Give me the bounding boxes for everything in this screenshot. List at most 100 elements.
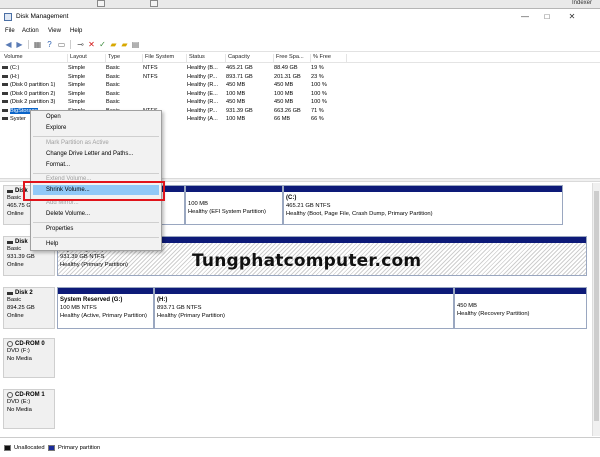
menu-mark-active[interactable]: Mark Partition as Active: [46, 140, 109, 146]
view-icon[interactable]: ▤: [131, 40, 140, 49]
cell-status: Healthy (P...: [187, 107, 218, 114]
properties-icon[interactable]: ▦: [33, 40, 42, 49]
cell-percent-free: 19 %: [311, 65, 324, 71]
partition-status: Healthy (EFI System Partition): [188, 209, 266, 215]
partition-name: System Reserved (G:): [60, 297, 123, 303]
menu-open[interactable]: Open: [46, 114, 61, 120]
menu-format[interactable]: Format...: [46, 162, 70, 168]
close-button[interactable]: ✕: [565, 11, 579, 22]
partition-size: 465.21 GB NTFS: [286, 203, 331, 209]
cell-status: Healthy (B...: [187, 65, 218, 71]
delete-icon[interactable]: ✕: [87, 40, 96, 49]
cell-status: Healthy (A...: [187, 116, 218, 122]
rescan-icon[interactable]: ▰: [120, 40, 129, 49]
minimize-button[interactable]: —: [518, 11, 532, 22]
taskbar-square-icon: [150, 0, 158, 7]
maximize-button[interactable]: □: [540, 11, 554, 22]
cell-free-space: 450 MB: [274, 99, 294, 105]
disk-status: Online: [7, 262, 24, 268]
disk-icon: [7, 291, 13, 295]
table-row[interactable]: (H:) Simple Basic NTFS Healthy (P... 893.71 G…: [0, 73, 600, 82]
scrollbar-thumb[interactable]: [594, 191, 599, 421]
cdrom-1-label[interactable]: CD-ROM 1 DVD (E:) No Media: [3, 389, 55, 429]
menu-action[interactable]: Action: [22, 28, 39, 34]
partition-h[interactable]: (H:) 893.71 GB NTFS Healthy (Primary Par…: [154, 287, 454, 329]
cell-percent-free: 100 %: [311, 99, 327, 105]
cdrom-0-label[interactable]: CD-ROM 0 DVD (F:) No Media: [3, 338, 55, 378]
partition-efi[interactable]: 100 MB Healthy (EFI System Partition): [185, 185, 283, 225]
partition-name: (H:): [157, 297, 168, 303]
connect-icon[interactable]: ⊸: [76, 40, 85, 49]
legend-bar: Unallocated Primary partition: [0, 437, 600, 457]
volume-icon: [2, 91, 8, 95]
column-layout[interactable]: Layout: [68, 54, 106, 63]
menu-file[interactable]: File: [5, 28, 15, 34]
cell-percent-free: 23 %: [311, 73, 324, 80]
cell-capacity: 100 MB: [226, 90, 246, 97]
partition-name: (C:): [286, 195, 297, 201]
column-percent-free[interactable]: % Free: [311, 54, 347, 63]
volume-name: (Disk 0 partition 2): [10, 90, 56, 97]
volume-icon: [2, 117, 8, 121]
cell-free-space: 100 MB: [274, 90, 294, 97]
partition-status: Healthy (Recovery Partition): [457, 311, 530, 317]
menu-help[interactable]: Help: [70, 28, 82, 34]
table-row[interactable]: (Disk 0 partition 1) Simple Basic Healthy (…: [0, 81, 600, 90]
volume-icon: [2, 108, 8, 112]
cell-file-system: NTFS: [143, 73, 158, 80]
volume-name: (C:): [10, 65, 20, 71]
cell-percent-free: 100 %: [311, 82, 327, 88]
media-status: No Media: [7, 356, 32, 362]
disk-2-label[interactable]: Disk 2 Basic 894.25 GB Online: [3, 287, 55, 329]
menu-delete-volume[interactable]: Delete Volume...: [46, 211, 90, 217]
vertical-scrollbar[interactable]: [592, 183, 600, 436]
partition-system-reserved[interactable]: System Reserved (G:) 100 MB NTFS Healthy…: [57, 287, 154, 329]
partition-size: 450 MB: [457, 303, 477, 309]
volume-name: Syster: [10, 116, 26, 122]
menu-help[interactable]: Help: [46, 241, 58, 247]
column-file-system[interactable]: File System: [143, 54, 187, 63]
title-bar: Disk Management — □ ✕: [0, 9, 600, 25]
legend-unallocated: Unallocated: [14, 445, 45, 451]
menu-explore[interactable]: Explore: [46, 125, 66, 131]
column-type[interactable]: Type: [106, 54, 143, 63]
menu-change-drive-letter[interactable]: Change Drive Letter and Paths...: [46, 151, 133, 157]
cell-capacity: 931.39 GB: [226, 107, 253, 114]
cell-volume: (H:): [2, 73, 66, 82]
volume-list-header: Volume Layout Type File System Status Ca…: [0, 53, 600, 63]
check-icon[interactable]: ✓: [98, 40, 107, 49]
cell-type: Basic: [106, 99, 120, 105]
back-icon[interactable]: ◀: [4, 40, 13, 49]
drive-letter: DVD (F:): [7, 348, 30, 354]
table-row[interactable]: (Disk 0 partition 2) Simple Basic Healthy (…: [0, 90, 600, 99]
toolbar-separator: [28, 40, 29, 49]
drive-icon[interactable]: ▭: [57, 40, 66, 49]
cell-capacity: 893.71 GB: [226, 73, 253, 80]
column-free-space[interactable]: Free Spa...: [274, 54, 311, 63]
background-window-strip: Indexer: [0, 0, 600, 8]
menu-view[interactable]: View: [48, 28, 61, 34]
cell-percent-free: 71 %: [311, 107, 324, 114]
forward-icon[interactable]: ▶: [15, 40, 24, 49]
help-icon[interactable]: ?: [45, 40, 54, 49]
cell-free-space: 201.31 GB: [274, 73, 301, 80]
cell-volume: (Disk 0 partition 2): [2, 90, 66, 99]
column-volume[interactable]: Volume: [2, 54, 68, 63]
column-status[interactable]: Status: [187, 54, 226, 63]
partition-c[interactable]: (C:) 465.21 GB NTFS Healthy (Boot, Page …: [283, 185, 563, 225]
cell-volume: (C:): [2, 64, 66, 73]
drive-letter: DVD (E:): [7, 399, 31, 405]
menu-properties[interactable]: Properties: [46, 226, 73, 232]
folder-icon[interactable]: ▰: [109, 40, 118, 49]
column-capacity[interactable]: Capacity: [226, 54, 274, 63]
partition-recovery-2[interactable]: 450 MB Healthy (Recovery Partition): [454, 287, 587, 329]
toolbar-separator: [70, 40, 71, 49]
taskbar-square-icon: [97, 0, 105, 7]
table-row[interactable]: (Disk 2 partition 3) Simple Basic Healthy (…: [0, 98, 600, 107]
table-row[interactable]: (C:) Simple Basic NTFS Healthy (B... 465.21 G…: [0, 64, 600, 73]
volume-icon: [2, 74, 8, 78]
cell-type: Basic: [106, 82, 120, 88]
cell-layout: Simple: [68, 73, 86, 80]
cell-percent-free: 66 %: [311, 116, 324, 122]
cell-volume: (Disk 2 partition 3): [2, 98, 66, 107]
